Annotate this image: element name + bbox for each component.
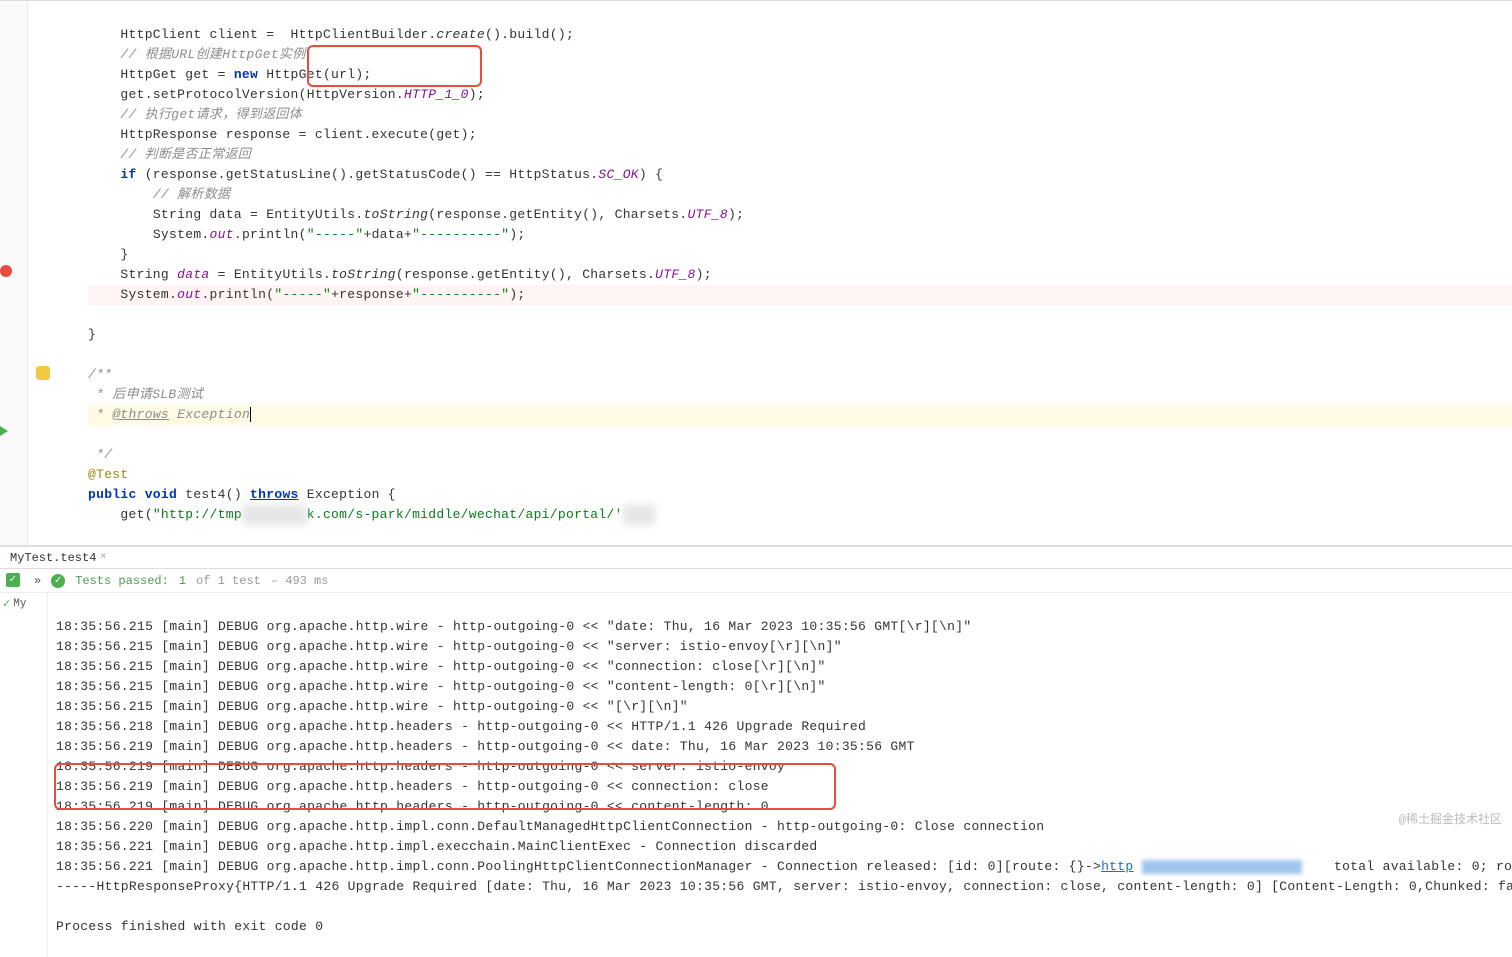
editor-gutter[interactable] — [0, 1, 28, 545]
run-gutter-icon[interactable] — [0, 426, 8, 436]
close-icon[interactable]: × — [100, 552, 106, 563]
run-tab[interactable]: MyTest.test4 × — [0, 549, 116, 567]
log-line: 18:35:56.215 [main] DEBUG org.apache.htt… — [56, 639, 842, 654]
exit-line: Process finished with exit code 0 — [56, 919, 323, 934]
log-line: 18:35:56.219 [main] DEBUG org.apache.htt… — [56, 739, 915, 754]
log-line: 18:35:56.221 [main] DEBUG org.apache.htt… — [56, 859, 1512, 874]
tree-label: My — [13, 598, 26, 610]
log-line: 18:35:56.215 [main] DEBUG org.apache.htt… — [56, 619, 971, 634]
http-link[interactable]: http — [1101, 859, 1133, 874]
run-tab-label: MyTest.test4 — [10, 551, 96, 565]
log-line: 18:35:56.215 [main] DEBUG org.apache.htt… — [56, 679, 826, 694]
check-icon: ✓ — [2, 597, 11, 611]
log-line: 18:35:56.215 [main] DEBUG org.apache.htt… — [56, 699, 688, 714]
test-status-bar: ✓ » ✓ Tests passed: 1 of 1 test – 493 ms — [0, 569, 1512, 593]
check-icon: ✓ — [6, 573, 20, 587]
tree-item[interactable]: ✓ My — [2, 597, 45, 611]
editor-area[interactable]: HttpClient client = HttpClientBuilder.cr… — [0, 1, 1512, 545]
tests-passed-count: 1 — [179, 574, 186, 588]
log-line: -----HttpResponseProxy{HTTP/1.1 426 Upgr… — [56, 879, 1512, 894]
log-line: 18:35:56.215 [main] DEBUG org.apache.htt… — [56, 659, 826, 674]
code-body[interactable]: HttpClient client = HttpClientBuilder.cr… — [28, 1, 1512, 545]
tests-passed-label: Tests passed: — [75, 574, 169, 588]
check-icon: ✓ — [51, 574, 65, 588]
tests-time: – 493 ms — [271, 574, 329, 588]
log-line: 18:35:56.219 [main] DEBUG org.apache.htt… — [56, 759, 785, 774]
breakpoint-icon[interactable] — [0, 265, 12, 277]
test-tree[interactable]: ✓ My — [0, 593, 48, 957]
log-line: 18:35:56.220 [main] DEBUG org.apache.htt… — [56, 819, 1044, 834]
log-line: 18:35:56.219 [main] DEBUG org.apache.htt… — [56, 779, 769, 794]
run-tabs-bar: MyTest.test4 × — [0, 547, 1512, 569]
log-line: 18:35:56.221 [main] DEBUG org.apache.htt… — [56, 839, 818, 854]
redacted-blur — [1142, 860, 1302, 874]
run-body: ✓ My 18:35:56.215 [main] DEBUG org.apach… — [0, 593, 1512, 957]
tests-total: of 1 test — [196, 574, 261, 588]
console-output[interactable]: 18:35:56.215 [main] DEBUG org.apache.htt… — [48, 593, 1512, 957]
log-line: 18:35:56.219 [main] DEBUG org.apache.htt… — [56, 799, 769, 814]
log-line: 18:35:56.218 [main] DEBUG org.apache.htt… — [56, 719, 866, 734]
run-panel: MyTest.test4 × ✓ » ✓ Tests passed: 1 of … — [0, 547, 1512, 957]
